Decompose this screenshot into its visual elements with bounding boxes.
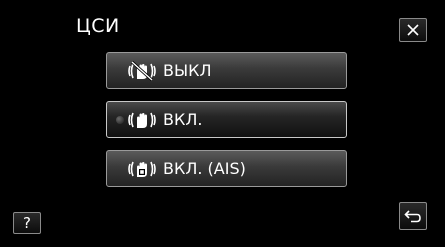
option-ais-button[interactable]: ВКЛ. (AIS) bbox=[106, 150, 347, 187]
back-icon bbox=[404, 210, 421, 223]
page-title: ЦСИ bbox=[76, 15, 120, 37]
stabilizer-on-icon bbox=[127, 108, 157, 132]
help-label: ? bbox=[23, 214, 31, 232]
back-button[interactable] bbox=[399, 202, 427, 230]
option-ais-label: ВКЛ. (AIS) bbox=[163, 159, 246, 178]
option-off-button[interactable]: ВЫКЛ bbox=[106, 52, 347, 89]
selected-indicator bbox=[116, 116, 124, 124]
help-button[interactable]: ? bbox=[13, 212, 41, 234]
option-on-button[interactable]: ВКЛ. bbox=[106, 101, 347, 138]
option-off-label: ВЫКЛ bbox=[163, 61, 212, 80]
stabilizer-ais-icon bbox=[127, 157, 157, 181]
close-icon bbox=[407, 24, 419, 36]
stabilizer-off-icon bbox=[127, 59, 157, 83]
close-button[interactable] bbox=[399, 18, 427, 42]
option-on-label: ВКЛ. bbox=[163, 110, 203, 129]
